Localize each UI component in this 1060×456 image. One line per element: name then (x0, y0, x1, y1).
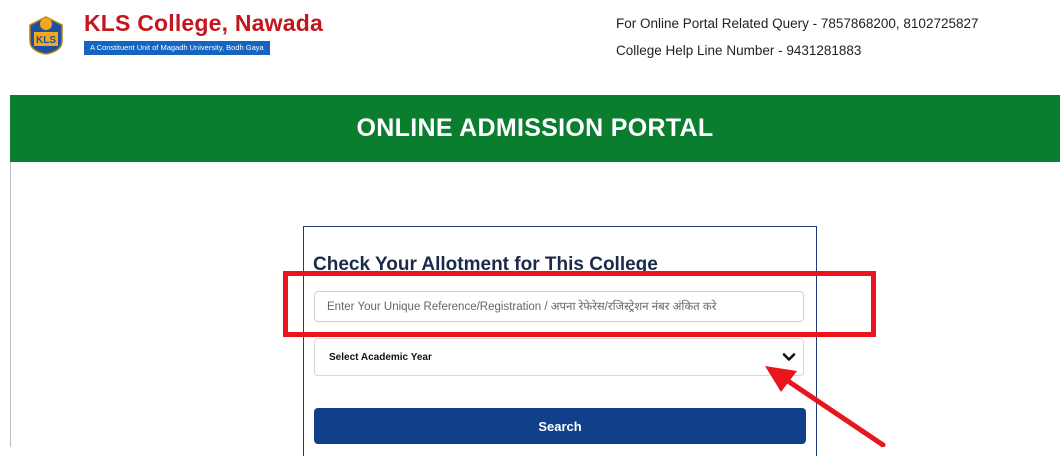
svg-text:KLS: KLS (36, 35, 56, 46)
portal-banner: ONLINE ADMISSION PORTAL (10, 95, 1060, 162)
college-subtitle: A Constituent Unit of Magadh University,… (84, 41, 270, 55)
portal-query-contact: For Online Portal Related Query - 785786… (616, 16, 979, 31)
college-emblem-icon: KLS (29, 16, 63, 55)
search-button[interactable]: Search (314, 408, 806, 444)
college-helpline: College Help Line Number - 9431281883 (616, 43, 862, 58)
highlight-box (283, 271, 876, 337)
college-name: KLS College, Nawada (84, 10, 323, 36)
academic-year-selected: Select Academic Year (329, 352, 432, 363)
chevron-down-icon (782, 353, 796, 361)
academic-year-select[interactable]: Select Academic Year (314, 338, 804, 376)
banner-title: ONLINE ADMISSION PORTAL (356, 114, 714, 142)
